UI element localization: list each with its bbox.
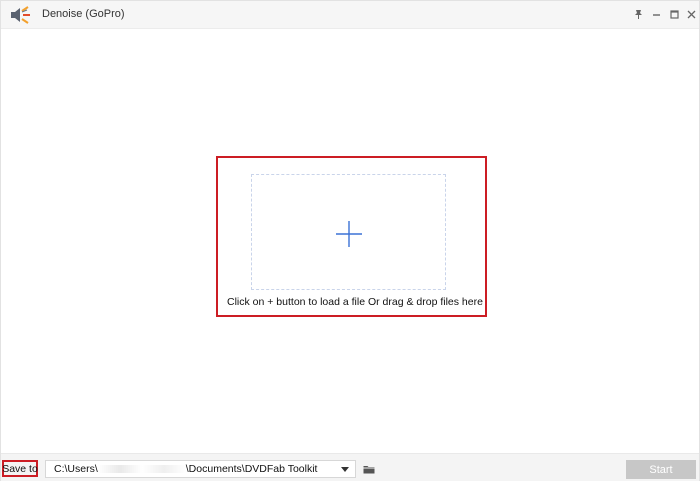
window-title: Denoise (GoPro) (42, 8, 125, 20)
save-to-label: Save to (2, 462, 38, 475)
redacted-username (97, 465, 186, 474)
dvdfab-speaker-logo-icon (9, 5, 31, 25)
save-to-label-box: Save to (2, 460, 38, 477)
pin-icon[interactable] (631, 7, 645, 21)
dropzone-hint: Click on + button to load a file Or drag… (227, 296, 483, 308)
title-bar: Denoise (GoPro) (1, 1, 699, 29)
plus-icon[interactable] (335, 220, 363, 248)
output-path-select[interactable]: C:\Users\ \Documents\DVDFab Toolkit (45, 460, 356, 478)
minimize-icon[interactable] (649, 7, 663, 21)
folder-icon[interactable] (360, 460, 378, 478)
app-window: Denoise (GoPro) Click on + button to loa… (0, 0, 700, 481)
close-icon[interactable] (684, 7, 698, 21)
start-button[interactable]: Start (626, 460, 696, 479)
output-path-value: C:\Users\ \Documents\DVDFab Toolkit (54, 463, 318, 475)
chevron-down-icon[interactable] (341, 467, 349, 473)
maximize-icon[interactable] (667, 7, 681, 21)
